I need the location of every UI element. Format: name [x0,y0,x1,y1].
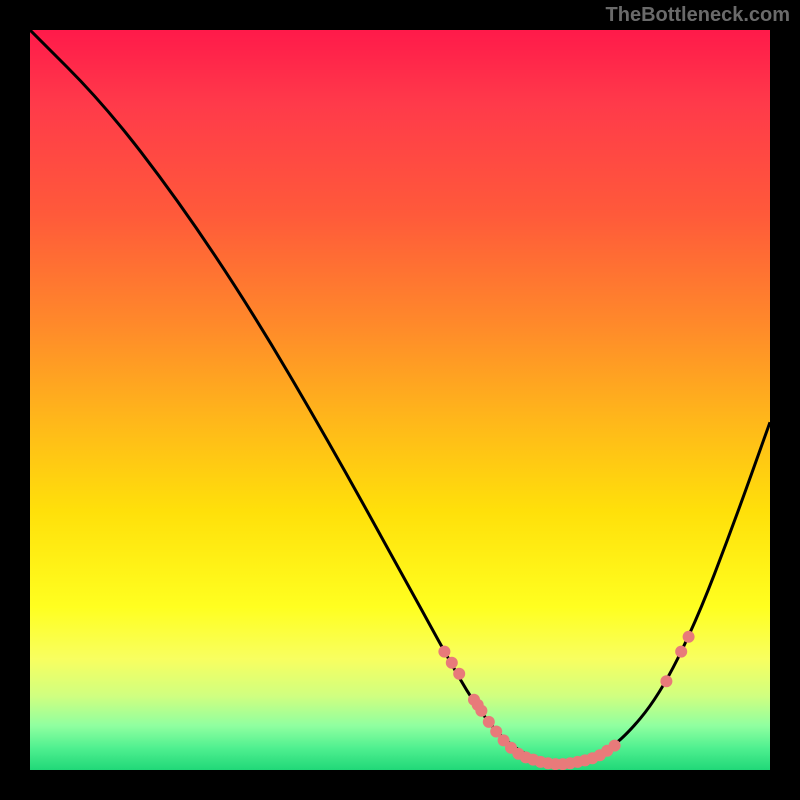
data-point [660,675,672,687]
data-points-group [438,631,694,770]
data-point [483,716,495,728]
data-point [683,631,695,643]
data-point [438,646,450,658]
bottleneck-curve [30,30,770,763]
data-point [453,668,465,680]
data-point [446,657,458,669]
data-point [475,705,487,717]
plot-area [30,30,770,770]
attribution-text: TheBottleneck.com [606,4,790,27]
data-point [675,646,687,658]
data-point [609,740,621,752]
chart-svg [30,30,770,770]
